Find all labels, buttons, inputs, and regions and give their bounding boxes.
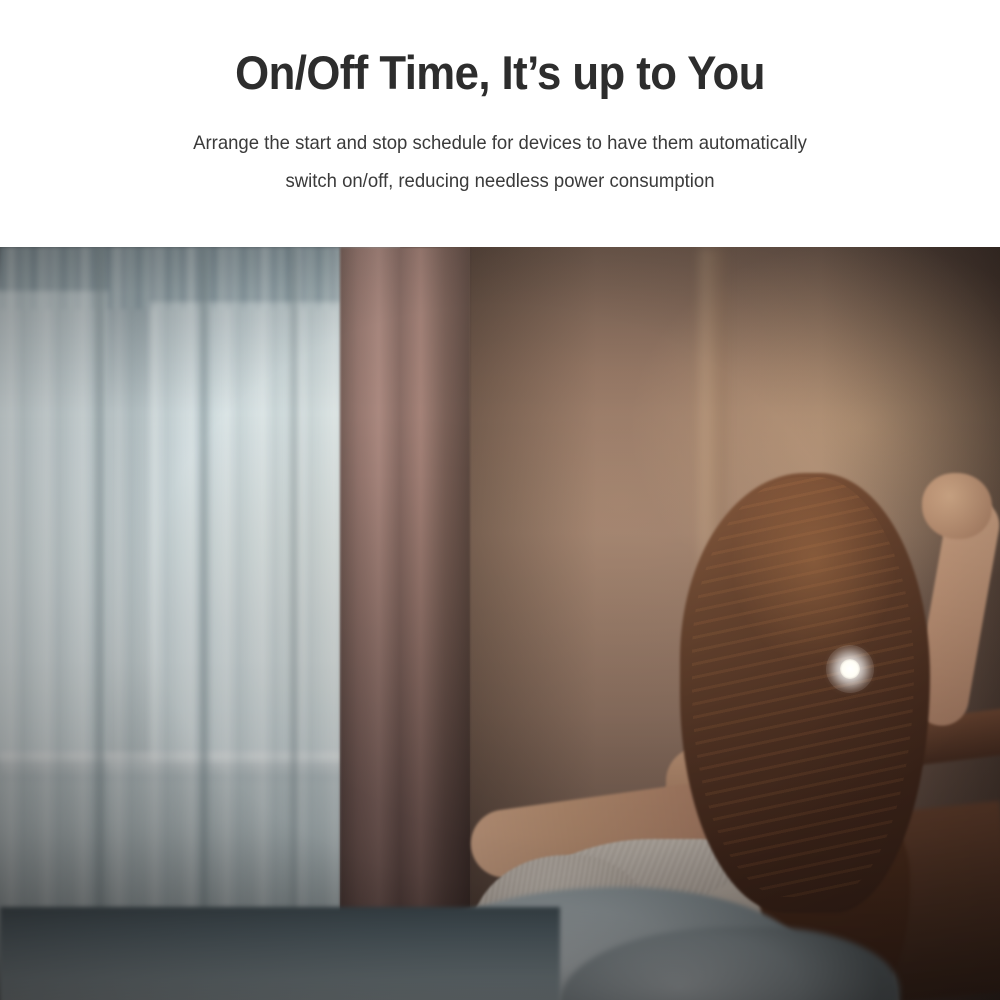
- header-section: On/Off Time, It’s up to You Arrange the …: [0, 0, 1000, 247]
- indicator-core: [840, 659, 860, 679]
- subtitle-line-2: switch on/off, reducing needless power c…: [285, 170, 715, 192]
- page-title: On/Off Time, It’s up to You: [235, 46, 765, 99]
- fist: [922, 473, 992, 539]
- curtain-fold: [286, 247, 302, 1000]
- curtain-fold: [92, 247, 108, 1000]
- subtitle-line-1: Arrange the start and stop schedule for …: [193, 132, 807, 154]
- curtain-fold: [196, 247, 212, 1000]
- hero-photo: •)) SONOFF NIn NIn LIn LOut S1 S: [0, 247, 1000, 1000]
- bed-foreground: [0, 907, 560, 1000]
- page-subtitle: Arrange the start and stop schedule for …: [101, 124, 899, 200]
- lamp-indicator-dot[interactable]: [826, 645, 874, 693]
- hair-highlight: [692, 477, 914, 897]
- promo-page: On/Off Time, It’s up to You Arrange the …: [0, 0, 1000, 1000]
